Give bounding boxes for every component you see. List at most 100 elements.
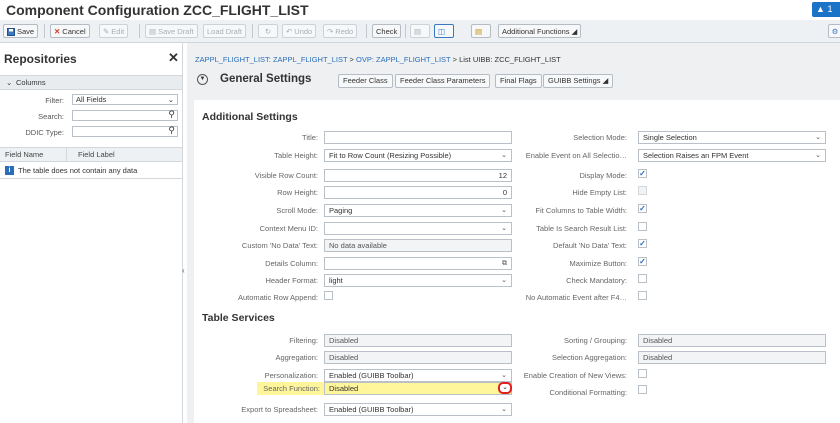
columns-header-label: Columns [16, 78, 46, 87]
filter-label: Filter: [45, 96, 64, 105]
enable-new-views-checkbox[interactable] [638, 369, 647, 378]
table-services-title: Table Services [202, 312, 275, 324]
feeder-class-parameters-button[interactable]: Feeder Class Parameters [395, 74, 491, 88]
enable-event-select[interactable]: Selection Raises an FPM Event ⌄ [638, 149, 826, 162]
chevron-down-icon: ⌄ [501, 225, 507, 232]
column-header-field-label[interactable]: Field Label [78, 150, 115, 159]
undo-icon: ↶ [286, 27, 293, 37]
layout-icon: ▤ [414, 27, 422, 36]
collapse-general-settings-icon[interactable]: ▼ [197, 74, 208, 85]
layout-toggle-1-button[interactable]: ▤ [410, 24, 430, 38]
breadcrumb-link-application[interactable]: ZAPPL_FLIGHT_LIST: ZAPPL_FLIGHT_LIST [195, 55, 347, 64]
search-result-list-checkbox[interactable] [638, 222, 647, 231]
undo-button[interactable]: ↶ Undo [282, 24, 317, 38]
context-menu-id-label: Context Menu ID: [259, 224, 318, 233]
automatic-row-append-checkbox[interactable] [324, 291, 333, 300]
hide-empty-list-checkbox[interactable] [638, 186, 647, 195]
enable-new-views-label: Enable Creation of New Views: [523, 371, 627, 380]
empty-table-message: The table does not contain any data [18, 166, 138, 175]
save-icon [7, 28, 15, 37]
selection-aggregation-label: Selection Aggregation: [551, 353, 627, 362]
title-input[interactable] [324, 131, 512, 144]
fit-columns-label: Fit Columns to Table Width: [535, 206, 627, 215]
additional-functions-button[interactable]: Additional Functions ◢ [498, 24, 582, 38]
repositories-title: Repositories [4, 52, 77, 66]
load-draft-button[interactable]: Load Draft [203, 24, 247, 38]
toolbar-separator [252, 24, 253, 38]
title-label: Title: [302, 133, 318, 142]
fit-columns-checkbox[interactable]: ✓ [638, 204, 647, 213]
check-button[interactable]: Check [372, 24, 402, 38]
cancel-button[interactable]: ✕ Cancel [50, 24, 90, 38]
value-help-icon[interactable]: ⧉ [502, 258, 507, 269]
details-column-input[interactable]: ⧉ [324, 257, 512, 270]
personalization-select[interactable]: Enabled (GUIBB Toolbar) ⌄ [324, 369, 512, 382]
breadcrumb-link-ovp[interactable]: OVP: ZAPPL_FLIGHT_LIST [356, 55, 450, 64]
column-header-field-name[interactable]: Field Name [5, 150, 43, 159]
maximize-button-checkbox[interactable]: ✓ [638, 257, 647, 266]
display-mode-checkbox[interactable]: ✓ [638, 169, 647, 178]
redo-icon: ↷ [327, 27, 334, 37]
filter-select[interactable]: All Fields ⌄ [72, 94, 178, 105]
dropdown-corner-icon: ◢ [602, 76, 609, 85]
check-mandatory-checkbox[interactable] [638, 274, 647, 283]
row-height-input[interactable]: 0 [324, 186, 512, 199]
layout-toggle-2-button[interactable]: ◫ [434, 24, 454, 38]
filtering-field[interactable]: Disabled [324, 334, 512, 347]
notification-badge[interactable]: ▲ 1 [812, 2, 840, 17]
final-flags-button[interactable]: Final Flags [495, 74, 542, 88]
scroll-mode-label: Scroll Mode: [276, 206, 318, 215]
settings-button[interactable]: ⚙ [828, 24, 840, 38]
conditional-formatting-checkbox[interactable] [638, 385, 647, 394]
custom-no-data-text-input[interactable]: No data available [324, 239, 512, 252]
search-result-list-label: Table Is Search Result List: [536, 224, 627, 233]
cancel-icon: ✕ [54, 27, 61, 37]
columns-icon: ◫ [438, 27, 446, 36]
ddic-type-input[interactable]: ⚲ [72, 126, 178, 137]
selection-aggregation-field[interactable]: Disabled [638, 351, 826, 364]
chevron-down-icon: ⌄ [501, 406, 507, 413]
enable-event-label: Enable Event on All Selectio… [525, 151, 627, 160]
save-button[interactable]: Save [3, 24, 39, 38]
no-automatic-event-label: No Automatic Event after F4… [525, 293, 627, 302]
visible-row-count-label: Visible Row Count: [254, 171, 318, 180]
refresh-icon: ↻ [264, 27, 272, 36]
default-no-data-text-checkbox[interactable]: ✓ [638, 239, 647, 248]
search-function-select[interactable]: Disabled ⌄ [324, 382, 512, 395]
toolbar-separator [139, 24, 140, 38]
guibb-settings-button[interactable]: GUIBB Settings ◢ [543, 74, 614, 88]
scroll-mode-select[interactable]: Paging ⌄ [324, 204, 512, 217]
visible-row-count-input[interactable]: 12 [324, 169, 512, 182]
details-column-label: Details Column: [265, 259, 318, 268]
edit-button[interactable]: ✎ Edit [99, 24, 129, 38]
feeder-class-button[interactable]: Feeder Class [338, 74, 393, 88]
sorting-grouping-field[interactable]: Disabled [638, 334, 826, 347]
no-automatic-event-checkbox[interactable] [638, 291, 647, 300]
search-function-label: Search Function: [257, 382, 326, 395]
table-height-select[interactable]: Fit to Row Count (Resizing Possible) ⌄ [324, 149, 512, 162]
chevron-down-icon: ⌄ [501, 277, 507, 284]
chevron-down-icon[interactable]: ⌄ [498, 382, 512, 394]
breadcrumb-current: List UIBB: ZCC_FLIGHT_LIST [459, 55, 561, 64]
search-input[interactable]: ⚲ [72, 110, 178, 121]
check-mandatory-label: Check Mandatory: [566, 276, 627, 285]
toolbar: Save ✕ Cancel ✎ Edit ▤ Save Draft Load Draf… [0, 20, 840, 43]
search-icon[interactable]: ⚲ [168, 110, 175, 119]
header-format-select[interactable]: light ⌄ [324, 274, 512, 287]
breadcrumb: ZAPPL_FLIGHT_LIST: ZAPPL_FLIGHT_LIST > O… [195, 55, 561, 64]
aggregation-field[interactable]: Disabled [324, 351, 512, 364]
search-icon[interactable]: ⚲ [168, 126, 175, 135]
layout-toggle-3-button[interactable]: ▤ [471, 24, 491, 38]
sorting-grouping-label: Sorting / Grouping: [564, 336, 627, 345]
save-draft-button[interactable]: ▤ Save Draft [145, 24, 198, 38]
columns-header[interactable]: ⌄ Columns [0, 75, 182, 90]
export-to-spreadsheet-label: Export to Spreadsheet: [241, 405, 318, 414]
redo-button[interactable]: ↷ Redo [323, 24, 358, 38]
refresh-button[interactable]: ↻ [258, 24, 278, 38]
rows-icon: ▤ [475, 27, 483, 36]
export-to-spreadsheet-select[interactable]: Enabled (GUIBB Toolbar) ⌄ [324, 403, 512, 416]
selection-mode-select[interactable]: Single Selection ⌄ [638, 131, 826, 144]
column-divider [66, 148, 67, 161]
context-menu-id-select[interactable]: ⌄ [324, 222, 512, 235]
close-icon[interactable]: ✕ [168, 50, 179, 66]
